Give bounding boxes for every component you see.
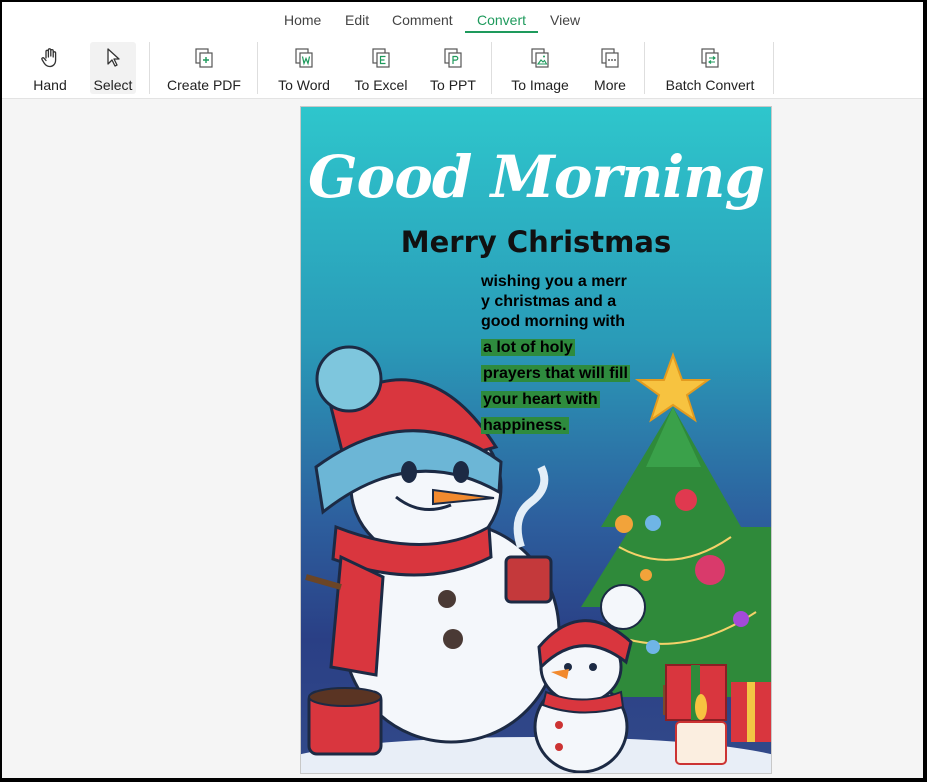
app-window: Home Edit Comment Convert View Hand Sele… xyxy=(2,2,923,778)
hand-label: Hand xyxy=(33,77,67,93)
highlighted-text[interactable]: your heart with xyxy=(481,391,600,408)
create-pdf-button[interactable]: Create PDF xyxy=(166,42,242,94)
message-line: wishing you a merr xyxy=(481,273,627,290)
more-button[interactable]: More xyxy=(592,42,628,94)
to-ppt-button[interactable]: To PPT xyxy=(430,42,476,94)
toolbar-divider xyxy=(491,42,492,94)
document-canvas[interactable]: Good Morning Merry Christmas wishing you… xyxy=(2,99,923,778)
hand-icon xyxy=(41,48,57,68)
cursor-arrow-icon xyxy=(107,48,120,67)
ribbon-toolbar: Home Edit Comment Convert View Hand Sele… xyxy=(2,2,923,99)
highlighted-text[interactable]: a lot of holy xyxy=(481,339,575,356)
document-page[interactable]: Good Morning Merry Christmas wishing you… xyxy=(300,106,772,774)
to-image-icon xyxy=(531,48,549,68)
message-line: y christmas and a xyxy=(481,293,617,310)
to-ppt-label: To PPT xyxy=(430,77,476,93)
toolbar-divider xyxy=(644,42,645,94)
to-word-icon xyxy=(295,48,313,68)
greeting-title: Good Morning xyxy=(307,143,765,211)
to-image-label: To Image xyxy=(511,77,569,93)
to-word-label: To Word xyxy=(278,77,330,93)
select-label: Select xyxy=(93,77,133,93)
toolbar-divider xyxy=(773,42,774,94)
active-tab-indicator xyxy=(465,31,538,33)
more-label: More xyxy=(594,77,626,93)
tab-home[interactable]: Home xyxy=(284,12,321,28)
create-pdf-label: Create PDF xyxy=(167,77,241,93)
to-excel-icon xyxy=(372,48,390,68)
to-excel-button[interactable]: To Excel xyxy=(352,42,410,94)
batch-convert-label: Batch Convert xyxy=(665,77,755,93)
to-word-button[interactable]: To Word xyxy=(274,42,334,94)
create-pdf-icon xyxy=(195,48,213,68)
hand-tool-button[interactable]: Hand xyxy=(30,42,70,94)
more-options-icon xyxy=(601,48,619,68)
highlighted-text[interactable]: prayers that will fill xyxy=(481,365,630,382)
tab-edit[interactable]: Edit xyxy=(345,12,369,28)
batch-convert-icon xyxy=(701,48,719,68)
tab-comment[interactable]: Comment xyxy=(392,12,453,28)
select-tool-button[interactable]: Select xyxy=(90,42,136,94)
batch-convert-button[interactable]: Batch Convert xyxy=(664,42,756,94)
to-image-button[interactable]: To Image xyxy=(509,42,571,94)
highlighted-text[interactable]: happiness. xyxy=(481,417,569,434)
to-ppt-icon xyxy=(444,48,462,68)
tab-convert[interactable]: Convert xyxy=(477,12,526,28)
message-line: good morning with xyxy=(481,313,625,330)
tab-view[interactable]: View xyxy=(550,12,580,28)
toolbar-divider xyxy=(257,42,258,94)
toolbar-divider xyxy=(149,42,150,94)
greeting-subtitle: Merry Christmas xyxy=(400,225,672,259)
greeting-message: wishing you a merr y christmas and a goo… xyxy=(481,272,651,436)
to-excel-label: To Excel xyxy=(354,77,408,93)
